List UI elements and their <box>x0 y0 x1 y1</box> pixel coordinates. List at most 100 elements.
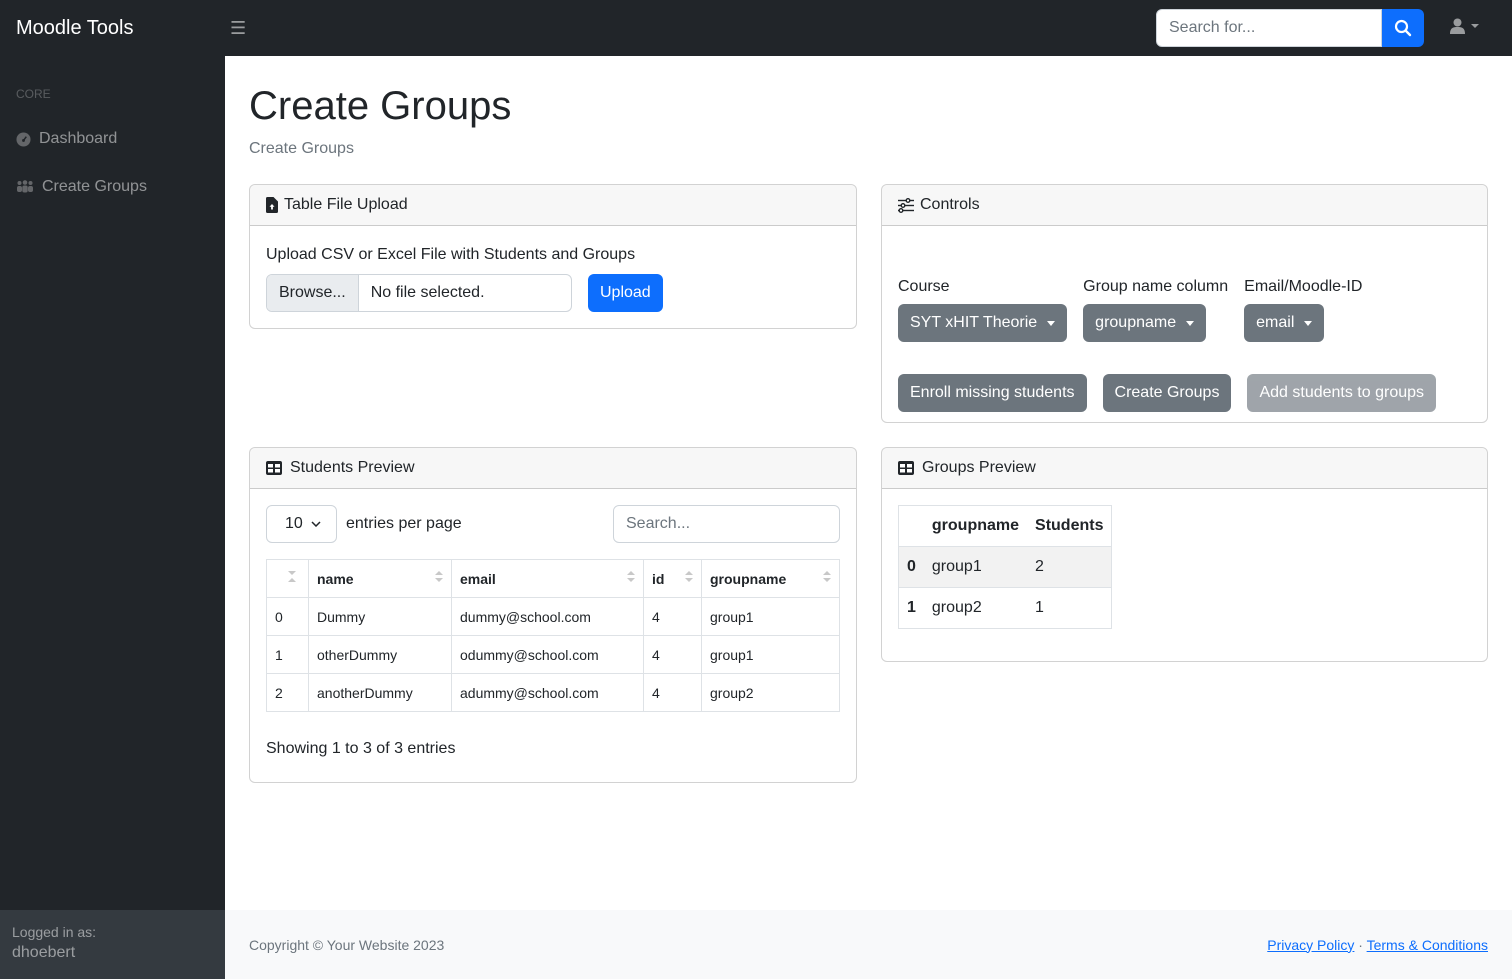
column-header-index[interactable] <box>266 559 309 598</box>
upload-card: Table File Upload Upload CSV or Excel Fi… <box>249 184 857 329</box>
email-id-label: Email/Moodle-ID <box>1244 278 1363 295</box>
cell-index: 1 <box>266 635 309 674</box>
groups-table: groupname Students 0 group1 2 1 group2 1 <box>898 505 1113 629</box>
sliders-icon <box>898 197 914 213</box>
column-header-id[interactable]: id <box>643 559 702 598</box>
copyright-text: Copyright © Your Website 2023 <box>249 936 445 953</box>
group-column-field: Group name column groupname <box>1083 278 1228 342</box>
user-icon <box>1450 18 1465 34</box>
email-id-dropdown[interactable]: email <box>1244 304 1325 342</box>
course-dropdown[interactable]: SYT xHIT Theorie <box>898 304 1068 342</box>
sidebar: Core Dashboard Create Groups Logged in a… <box>0 56 225 979</box>
controls-card: Controls Course SYT xHIT Theorie Group n… <box>881 184 1488 423</box>
students-table: name email id groupname 0 Dummy dummy@sc… <box>266 559 840 712</box>
create-groups-button[interactable]: Create Groups <box>1102 374 1232 412</box>
groups-preview-card: Groups Preview groupname Students 0 grou… <box>881 447 1488 662</box>
cell-id: 4 <box>643 597 702 636</box>
chevron-down-icon <box>311 521 321 527</box>
cell-groupname: group1 <box>923 546 1028 588</box>
course-field: Course SYT xHIT Theorie <box>898 278 1068 342</box>
chevron-down-icon <box>1304 320 1313 326</box>
table-header-row: name email id groupname <box>266 559 840 598</box>
students-preview-card: Students Preview 10 entries per page nam <box>249 447 857 783</box>
entries-per-page-select[interactable]: 10 <box>266 505 337 543</box>
cell-name: Dummy <box>308 597 452 636</box>
course-label: Course <box>898 278 950 295</box>
email-id-field: Email/Moodle-ID email <box>1244 278 1362 342</box>
students-search-input[interactable] <box>613 505 840 543</box>
browse-button[interactable]: Browse... <box>267 275 359 311</box>
column-header-groupname: groupname <box>923 505 1028 547</box>
groups-card-title: Groups Preview <box>922 459 1036 476</box>
enroll-missing-students-button[interactable]: Enroll missing students <box>898 374 1087 412</box>
sidebar-item-dashboard[interactable]: Dashboard <box>16 130 117 148</box>
footer-separator: · <box>1358 936 1363 953</box>
top-search-input[interactable] <box>1156 9 1382 47</box>
column-header-groupname[interactable]: groupname <box>701 559 840 598</box>
chevron-down-icon <box>1471 24 1479 28</box>
table-header-row: groupname Students <box>898 505 1112 547</box>
course-dropdown-value: SYT xHIT Theorie <box>910 314 1038 331</box>
cell-groupname: group2 <box>923 587 1028 629</box>
top-navbar: Moodle Tools ☰ <box>0 0 1512 56</box>
terms-conditions-link[interactable]: Terms & Conditions <box>1367 937 1488 953</box>
sidebar-item-label: Dashboard <box>39 130 118 147</box>
logged-in-label: Logged in as: <box>12 924 97 940</box>
breadcrumb: Create Groups <box>249 140 354 157</box>
column-header-students: Students <box>1027 505 1112 547</box>
controls-card-header: Controls <box>882 185 1487 226</box>
cell-groupname: group2 <box>701 673 840 712</box>
cell-students: 2 <box>1027 546 1112 588</box>
students-card-header: Students Preview <box>250 448 856 489</box>
users-icon <box>17 180 33 193</box>
chevron-down-icon <box>1047 320 1056 326</box>
cell-id: 4 <box>643 673 702 712</box>
table-row: 0 Dummy dummy@school.com 4 group1 <box>266 597 840 636</box>
group-column-dropdown[interactable]: groupname <box>1083 304 1207 342</box>
table-info: Showing 1 to 3 of 3 entries <box>266 740 456 757</box>
page-title: Create Groups <box>249 84 512 128</box>
file-input[interactable]: Browse... No file selected. <box>266 274 572 312</box>
sidebar-heading: Core <box>16 87 51 101</box>
top-search-button[interactable] <box>1382 9 1424 47</box>
user-dropdown[interactable] <box>1450 18 1479 34</box>
column-header-name[interactable]: name <box>308 559 452 598</box>
sidebar-item-create-groups[interactable]: Create Groups <box>16 178 147 196</box>
top-search-group <box>1156 9 1424 47</box>
cell-index: 0 <box>266 597 309 636</box>
cell-students: 1 <box>1027 587 1112 629</box>
email-id-dropdown-value: email <box>1256 314 1295 331</box>
brand-logo[interactable]: Moodle Tools <box>0 17 225 40</box>
entries-per-page-label: entries per page <box>346 515 462 532</box>
page-footer: Copyright © Your Website 2023 Privacy Po… <box>225 910 1512 979</box>
sidebar-footer: Logged in as: dhoebert <box>0 910 225 979</box>
search-icon <box>1394 19 1412 37</box>
chevron-down-icon <box>1186 320 1195 326</box>
column-header-index <box>898 505 924 547</box>
file-upload-icon <box>266 197 278 213</box>
main-content: Create Groups Create Groups Table File U… <box>225 56 1512 910</box>
hamburger-icon[interactable]: ☰ <box>230 18 246 39</box>
cell-name: otherDummy <box>308 635 452 674</box>
table-row: 2 anotherDummy adummy@school.com 4 group… <box>266 673 840 712</box>
groups-card-header: Groups Preview <box>882 448 1487 489</box>
cell-email: dummy@school.com <box>451 597 644 636</box>
cell-index: 0 <box>898 546 924 588</box>
controls-card-title: Controls <box>920 196 980 213</box>
cell-groupname: group1 <box>701 635 840 674</box>
column-header-email[interactable]: email <box>451 559 644 598</box>
add-students-to-groups-button[interactable]: Add students to groups <box>1247 374 1437 412</box>
file-status: No file selected. <box>370 284 485 301</box>
upload-card-header: Table File Upload <box>250 185 856 226</box>
group-column-label: Group name column <box>1083 278 1229 295</box>
cell-email: odummy@school.com <box>451 635 644 674</box>
privacy-policy-link[interactable]: Privacy Policy <box>1267 937 1354 953</box>
table-row: 1 otherDummy odummy@school.com 4 group1 <box>266 635 840 674</box>
upload-button[interactable]: Upload <box>588 274 663 312</box>
table-icon <box>898 461 914 475</box>
group-column-dropdown-value: groupname <box>1095 314 1177 331</box>
cell-groupname: group1 <box>701 597 840 636</box>
upload-card-title: Table File Upload <box>284 196 408 213</box>
table-icon <box>266 461 282 475</box>
sidebar-item-label: Create Groups <box>42 178 147 195</box>
